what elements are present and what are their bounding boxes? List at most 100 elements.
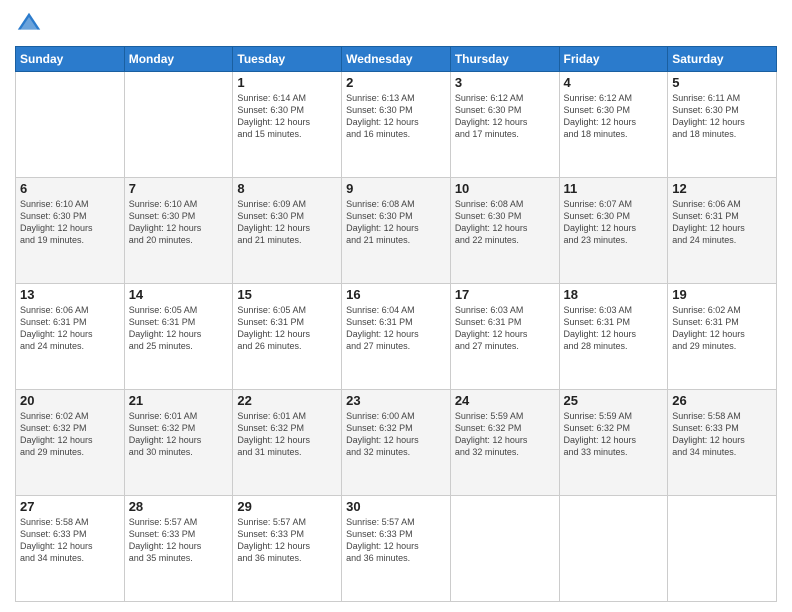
day-number: 21 <box>129 393 229 408</box>
day-number: 6 <box>20 181 120 196</box>
day-info: Sunrise: 6:10 AM Sunset: 6:30 PM Dayligh… <box>129 198 229 247</box>
day-info: Sunrise: 6:03 AM Sunset: 6:31 PM Dayligh… <box>455 304 555 353</box>
day-info: Sunrise: 6:10 AM Sunset: 6:30 PM Dayligh… <box>20 198 120 247</box>
day-number: 24 <box>455 393 555 408</box>
weekday-header-monday: Monday <box>124 47 233 72</box>
day-number: 22 <box>237 393 337 408</box>
day-number: 16 <box>346 287 446 302</box>
day-number: 26 <box>672 393 772 408</box>
day-number: 8 <box>237 181 337 196</box>
day-number: 5 <box>672 75 772 90</box>
day-cell: 23 Sunrise: 6:00 AM Sunset: 6:32 PM Dayli… <box>342 390 451 496</box>
day-info: Sunrise: 6:12 AM Sunset: 6:30 PM Dayligh… <box>455 92 555 141</box>
day-cell: 16 Sunrise: 6:04 AM Sunset: 6:31 PM Dayli… <box>342 284 451 390</box>
day-info: Sunrise: 6:01 AM Sunset: 6:32 PM Dayligh… <box>237 410 337 459</box>
day-info: Sunrise: 5:59 AM Sunset: 6:32 PM Dayligh… <box>455 410 555 459</box>
day-cell <box>16 72 125 178</box>
day-number: 30 <box>346 499 446 514</box>
page: SundayMondayTuesdayWednesdayThursdayFrid… <box>0 0 792 612</box>
day-cell: 25 Sunrise: 5:59 AM Sunset: 6:32 PM Dayli… <box>559 390 668 496</box>
day-cell: 20Sunrise: 6:02 AM Sunset: 6:32 PM Dayli… <box>16 390 125 496</box>
day-info: Sunrise: 6:01 AM Sunset: 6:32 PM Dayligh… <box>129 410 229 459</box>
day-cell: 17 Sunrise: 6:03 AM Sunset: 6:31 PM Dayli… <box>450 284 559 390</box>
day-number: 15 <box>237 287 337 302</box>
day-info: Sunrise: 6:14 AM Sunset: 6:30 PM Dayligh… <box>237 92 337 141</box>
day-info: Sunrise: 6:08 AM Sunset: 6:30 PM Dayligh… <box>455 198 555 247</box>
day-cell: 14Sunrise: 6:05 AM Sunset: 6:31 PM Dayli… <box>124 284 233 390</box>
day-number: 29 <box>237 499 337 514</box>
week-row-1: 1 Sunrise: 6:14 AM Sunset: 6:30 PM Daylig… <box>16 72 777 178</box>
weekday-header-saturday: Saturday <box>668 47 777 72</box>
day-number: 19 <box>672 287 772 302</box>
day-cell: 24 Sunrise: 5:59 AM Sunset: 6:32 PM Dayli… <box>450 390 559 496</box>
day-info: Sunrise: 6:04 AM Sunset: 6:31 PM Dayligh… <box>346 304 446 353</box>
day-cell: 6 Sunrise: 6:10 AM Sunset: 6:30 PM Daylig… <box>16 178 125 284</box>
day-number: 17 <box>455 287 555 302</box>
day-number: 20 <box>20 393 120 408</box>
week-row-3: 13Sunrise: 6:06 AM Sunset: 6:31 PM Dayli… <box>16 284 777 390</box>
logo <box>15 10 47 38</box>
weekday-header-row: SundayMondayTuesdayWednesdayThursdayFrid… <box>16 47 777 72</box>
day-number: 11 <box>564 181 664 196</box>
day-number: 10 <box>455 181 555 196</box>
day-info: Sunrise: 6:02 AM Sunset: 6:31 PM Dayligh… <box>672 304 772 353</box>
day-info: Sunrise: 6:05 AM Sunset: 6:31 PM Dayligh… <box>129 304 229 353</box>
day-cell <box>668 496 777 602</box>
day-cell: 1 Sunrise: 6:14 AM Sunset: 6:30 PM Daylig… <box>233 72 342 178</box>
day-cell <box>124 72 233 178</box>
day-cell: 10 Sunrise: 6:08 AM Sunset: 6:30 PM Dayli… <box>450 178 559 284</box>
day-info: Sunrise: 6:03 AM Sunset: 6:31 PM Dayligh… <box>564 304 664 353</box>
logo-icon <box>15 10 43 38</box>
day-number: 9 <box>346 181 446 196</box>
weekday-header-wednesday: Wednesday <box>342 47 451 72</box>
day-cell: 2 Sunrise: 6:13 AM Sunset: 6:30 PM Daylig… <box>342 72 451 178</box>
day-info: Sunrise: 6:07 AM Sunset: 6:30 PM Dayligh… <box>564 198 664 247</box>
day-cell <box>450 496 559 602</box>
week-row-2: 6 Sunrise: 6:10 AM Sunset: 6:30 PM Daylig… <box>16 178 777 284</box>
calendar-table: SundayMondayTuesdayWednesdayThursdayFrid… <box>15 46 777 602</box>
day-info: Sunrise: 5:58 AM Sunset: 6:33 PM Dayligh… <box>672 410 772 459</box>
day-cell: 26 Sunrise: 5:58 AM Sunset: 6:33 PM Dayli… <box>668 390 777 496</box>
day-cell: 30 Sunrise: 5:57 AM Sunset: 6:33 PM Dayli… <box>342 496 451 602</box>
day-info: Sunrise: 6:12 AM Sunset: 6:30 PM Dayligh… <box>564 92 664 141</box>
week-row-5: 27Sunrise: 5:58 AM Sunset: 6:33 PM Dayli… <box>16 496 777 602</box>
day-info: Sunrise: 5:59 AM Sunset: 6:32 PM Dayligh… <box>564 410 664 459</box>
day-cell: 8 Sunrise: 6:09 AM Sunset: 6:30 PM Daylig… <box>233 178 342 284</box>
day-info: Sunrise: 5:57 AM Sunset: 6:33 PM Dayligh… <box>237 516 337 565</box>
day-number: 12 <box>672 181 772 196</box>
day-cell: 9 Sunrise: 6:08 AM Sunset: 6:30 PM Daylig… <box>342 178 451 284</box>
day-cell: 12Sunrise: 6:06 AM Sunset: 6:31 PM Dayli… <box>668 178 777 284</box>
weekday-header-sunday: Sunday <box>16 47 125 72</box>
day-info: Sunrise: 6:06 AM Sunset: 6:31 PM Dayligh… <box>20 304 120 353</box>
day-info: Sunrise: 6:09 AM Sunset: 6:30 PM Dayligh… <box>237 198 337 247</box>
day-cell: 15 Sunrise: 6:05 AM Sunset: 6:31 PM Dayli… <box>233 284 342 390</box>
day-number: 4 <box>564 75 664 90</box>
day-info: Sunrise: 6:13 AM Sunset: 6:30 PM Dayligh… <box>346 92 446 141</box>
day-cell <box>559 496 668 602</box>
day-cell: 19 Sunrise: 6:02 AM Sunset: 6:31 PM Dayli… <box>668 284 777 390</box>
day-number: 2 <box>346 75 446 90</box>
day-number: 3 <box>455 75 555 90</box>
day-cell: 7 Sunrise: 6:10 AM Sunset: 6:30 PM Daylig… <box>124 178 233 284</box>
day-number: 1 <box>237 75 337 90</box>
day-cell: 22 Sunrise: 6:01 AM Sunset: 6:32 PM Dayli… <box>233 390 342 496</box>
day-number: 7 <box>129 181 229 196</box>
day-cell: 13Sunrise: 6:06 AM Sunset: 6:31 PM Dayli… <box>16 284 125 390</box>
day-cell: 29 Sunrise: 5:57 AM Sunset: 6:33 PM Dayli… <box>233 496 342 602</box>
day-cell: 4 Sunrise: 6:12 AM Sunset: 6:30 PM Daylig… <box>559 72 668 178</box>
day-number: 28 <box>129 499 229 514</box>
header <box>15 10 777 38</box>
day-cell: 27Sunrise: 5:58 AM Sunset: 6:33 PM Dayli… <box>16 496 125 602</box>
day-number: 25 <box>564 393 664 408</box>
weekday-header-thursday: Thursday <box>450 47 559 72</box>
day-info: Sunrise: 6:05 AM Sunset: 6:31 PM Dayligh… <box>237 304 337 353</box>
week-row-4: 20Sunrise: 6:02 AM Sunset: 6:32 PM Dayli… <box>16 390 777 496</box>
day-cell: 5Sunrise: 6:11 AM Sunset: 6:30 PM Daylig… <box>668 72 777 178</box>
day-info: Sunrise: 6:08 AM Sunset: 6:30 PM Dayligh… <box>346 198 446 247</box>
day-cell: 3 Sunrise: 6:12 AM Sunset: 6:30 PM Daylig… <box>450 72 559 178</box>
day-info: Sunrise: 6:00 AM Sunset: 6:32 PM Dayligh… <box>346 410 446 459</box>
day-cell: 28Sunrise: 5:57 AM Sunset: 6:33 PM Dayli… <box>124 496 233 602</box>
day-info: Sunrise: 5:57 AM Sunset: 6:33 PM Dayligh… <box>346 516 446 565</box>
day-number: 18 <box>564 287 664 302</box>
day-number: 23 <box>346 393 446 408</box>
